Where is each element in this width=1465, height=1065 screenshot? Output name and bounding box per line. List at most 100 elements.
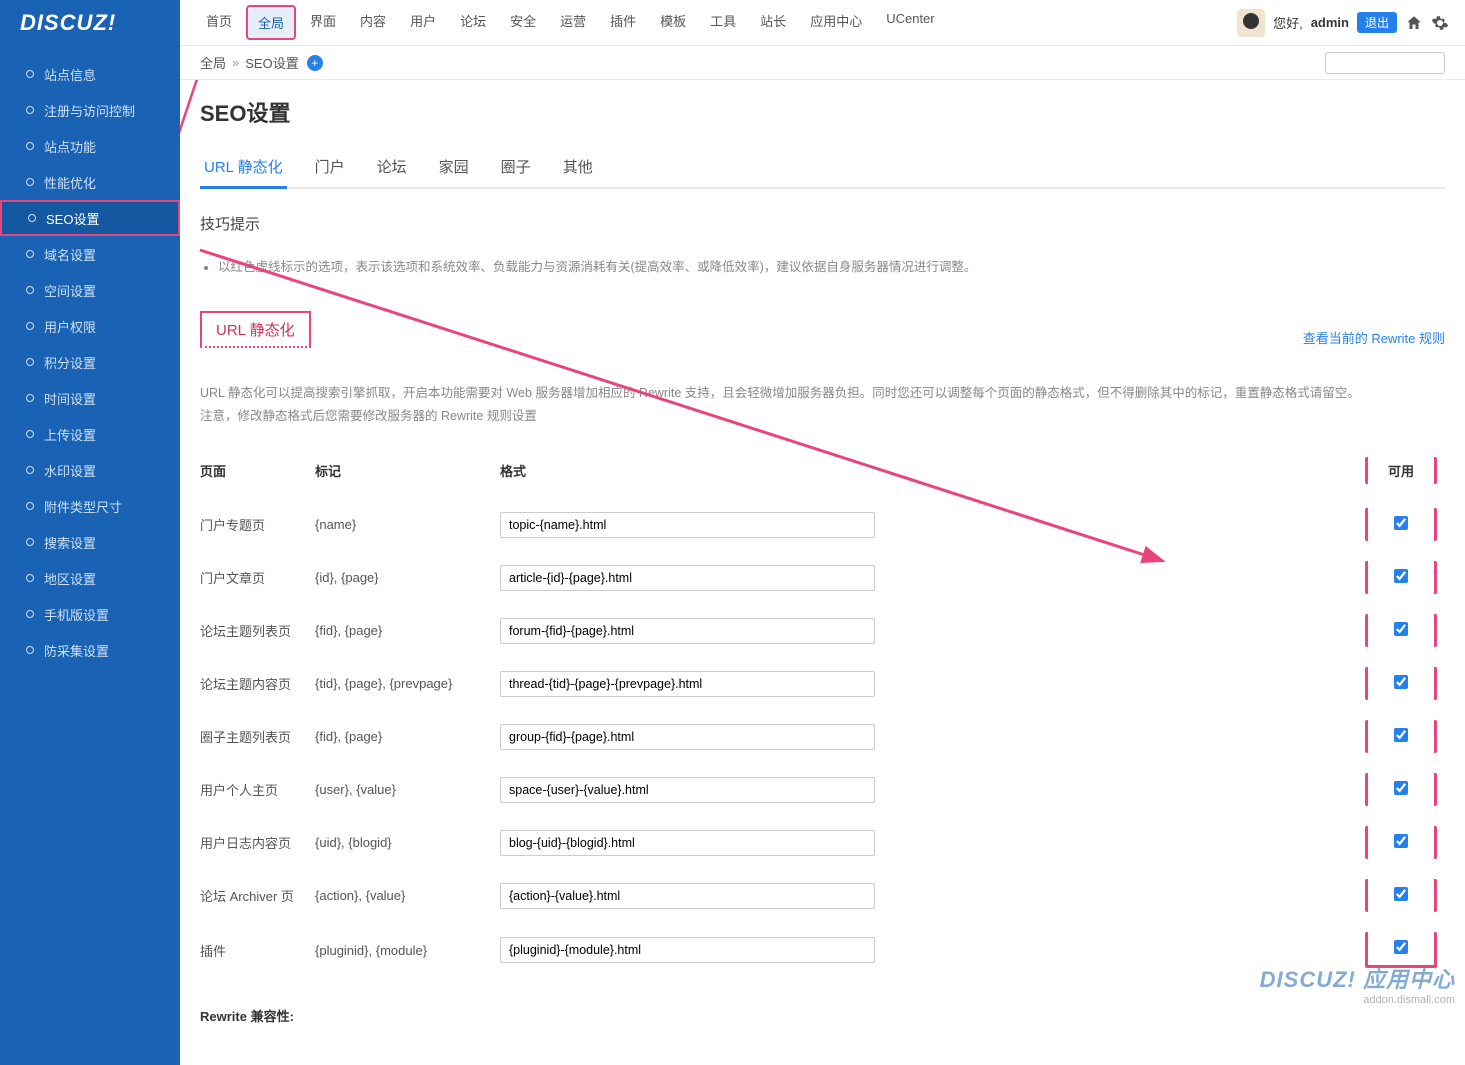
sidebar-item-5[interactable]: 域名设置 bbox=[0, 236, 180, 272]
cell-avail bbox=[1365, 710, 1445, 763]
format-input[interactable] bbox=[500, 565, 875, 591]
sidebar-item-8[interactable]: 积分设置 bbox=[0, 344, 180, 380]
sidebar-item-label: 防采集设置 bbox=[44, 641, 109, 660]
sidebar-item-label: SEO设置 bbox=[46, 209, 99, 228]
avail-checkbox[interactable] bbox=[1394, 940, 1408, 954]
sidebar-item-1[interactable]: 注册与访问控制 bbox=[0, 92, 180, 128]
circle-icon bbox=[26, 574, 34, 582]
sidebar-item-9[interactable]: 时间设置 bbox=[0, 380, 180, 416]
topnav-item-5[interactable]: 论坛 bbox=[450, 5, 496, 40]
circle-icon bbox=[26, 70, 34, 78]
tab-2[interactable]: 论坛 bbox=[373, 146, 411, 187]
avatar[interactable] bbox=[1237, 9, 1265, 37]
cell-format bbox=[500, 657, 1365, 710]
topnav-item-2[interactable]: 界面 bbox=[300, 5, 346, 40]
topnav-item-1[interactable]: 全局 bbox=[246, 5, 296, 40]
cell-page: 论坛主题列表页 bbox=[200, 604, 315, 657]
avail-checkbox[interactable] bbox=[1394, 516, 1408, 530]
sidebar-item-12[interactable]: 附件类型尺寸 bbox=[0, 488, 180, 524]
format-input[interactable] bbox=[500, 777, 875, 803]
sidebar-item-7[interactable]: 用户权限 bbox=[0, 308, 180, 344]
cell-tag: {fid}, {page} bbox=[315, 604, 500, 657]
logout-button[interactable]: 退出 bbox=[1357, 12, 1397, 33]
circle-icon bbox=[26, 646, 34, 654]
topnav-item-4[interactable]: 用户 bbox=[400, 5, 446, 40]
format-input[interactable] bbox=[500, 671, 875, 697]
view-rewrite-link[interactable]: 查看当前的 Rewrite 规则 bbox=[1303, 328, 1445, 347]
topnav-item-6[interactable]: 安全 bbox=[500, 5, 546, 40]
topnav-item-10[interactable]: 工具 bbox=[700, 5, 746, 40]
format-input[interactable] bbox=[500, 830, 875, 856]
avail-checkbox[interactable] bbox=[1394, 675, 1408, 689]
breadcrumb-seo[interactable]: SEO设置 bbox=[245, 53, 298, 72]
home-icon[interactable] bbox=[1405, 14, 1423, 32]
cell-format bbox=[500, 710, 1365, 763]
tips-heading: 技巧提示 bbox=[200, 213, 1445, 234]
topnav-item-8[interactable]: 插件 bbox=[600, 5, 646, 40]
sidebar-item-label: 空间设置 bbox=[44, 281, 96, 300]
sidebar-item-6[interactable]: 空间设置 bbox=[0, 272, 180, 308]
rewrite-compat-label: Rewrite 兼容性: bbox=[200, 1006, 1445, 1025]
circle-icon bbox=[26, 250, 34, 258]
cell-page: 用户个人主页 bbox=[200, 763, 315, 816]
breadcrumb-separator: » bbox=[232, 55, 239, 70]
format-input[interactable] bbox=[500, 883, 875, 909]
cell-format bbox=[500, 498, 1365, 551]
topnav-item-0[interactable]: 首页 bbox=[196, 5, 242, 40]
sidebar-item-label: 站点信息 bbox=[44, 65, 96, 84]
gear-icon[interactable] bbox=[1431, 14, 1449, 32]
sidebar-item-11[interactable]: 水印设置 bbox=[0, 452, 180, 488]
top-nav: 首页全局界面内容用户论坛安全运营插件模板工具站长应用中心UCenter 您好, … bbox=[180, 0, 1465, 46]
sidebar-item-0[interactable]: 站点信息 bbox=[0, 56, 180, 92]
add-icon[interactable]: + bbox=[307, 55, 323, 71]
sidebar-item-label: 站点功能 bbox=[44, 137, 96, 156]
format-input[interactable] bbox=[500, 937, 875, 963]
sidebar-item-14[interactable]: 地区设置 bbox=[0, 560, 180, 596]
circle-icon bbox=[26, 502, 34, 510]
sidebar-item-2[interactable]: 站点功能 bbox=[0, 128, 180, 164]
circle-icon bbox=[26, 322, 34, 330]
avail-checkbox[interactable] bbox=[1394, 781, 1408, 795]
format-input[interactable] bbox=[500, 724, 875, 750]
cell-tag: {pluginid}, {module} bbox=[315, 922, 500, 978]
topnav-item-11[interactable]: 站长 bbox=[750, 5, 796, 40]
avail-checkbox[interactable] bbox=[1394, 622, 1408, 636]
tab-4[interactable]: 圈子 bbox=[497, 146, 535, 187]
topnav-item-13[interactable]: UCenter bbox=[876, 5, 944, 40]
search-input[interactable] bbox=[1325, 52, 1445, 74]
topnav-item-7[interactable]: 运营 bbox=[550, 5, 596, 40]
sidebar-item-4[interactable]: SEO设置 bbox=[0, 200, 180, 236]
avail-checkbox[interactable] bbox=[1394, 834, 1408, 848]
circle-icon bbox=[26, 466, 34, 474]
cell-page: 门户文章页 bbox=[200, 551, 315, 604]
sidebar-item-13[interactable]: 搜索设置 bbox=[0, 524, 180, 560]
cell-format bbox=[500, 816, 1365, 869]
avail-checkbox[interactable] bbox=[1394, 887, 1408, 901]
topnav-item-12[interactable]: 应用中心 bbox=[800, 5, 872, 40]
tab-3[interactable]: 家园 bbox=[435, 146, 473, 187]
sidebar-item-16[interactable]: 防采集设置 bbox=[0, 632, 180, 668]
sidebar-item-label: 手机版设置 bbox=[44, 605, 109, 624]
tabs: URL 静态化门户论坛家园圈子其他 bbox=[200, 146, 1445, 189]
format-input[interactable] bbox=[500, 618, 875, 644]
table-row: 圈子主题列表页{fid}, {page} bbox=[200, 710, 1445, 763]
tab-0[interactable]: URL 静态化 bbox=[200, 146, 287, 187]
topnav-item-9[interactable]: 模板 bbox=[650, 5, 696, 40]
avail-checkbox[interactable] bbox=[1394, 569, 1408, 583]
sidebar-item-label: 域名设置 bbox=[44, 245, 96, 264]
cell-tag: {fid}, {page} bbox=[315, 710, 500, 763]
sidebar-item-3[interactable]: 性能优化 bbox=[0, 164, 180, 200]
circle-icon bbox=[26, 106, 34, 114]
cell-format bbox=[500, 604, 1365, 657]
circle-icon bbox=[26, 358, 34, 366]
avail-checkbox[interactable] bbox=[1394, 728, 1408, 742]
format-input[interactable] bbox=[500, 512, 875, 538]
sidebar-item-10[interactable]: 上传设置 bbox=[0, 416, 180, 452]
sidebar-item-label: 地区设置 bbox=[44, 569, 96, 588]
tab-5[interactable]: 其他 bbox=[559, 146, 597, 187]
topnav-item-3[interactable]: 内容 bbox=[350, 5, 396, 40]
circle-icon bbox=[26, 178, 34, 186]
breadcrumb-global[interactable]: 全局 bbox=[200, 53, 226, 72]
tab-1[interactable]: 门户 bbox=[311, 146, 349, 187]
sidebar-item-15[interactable]: 手机版设置 bbox=[0, 596, 180, 632]
